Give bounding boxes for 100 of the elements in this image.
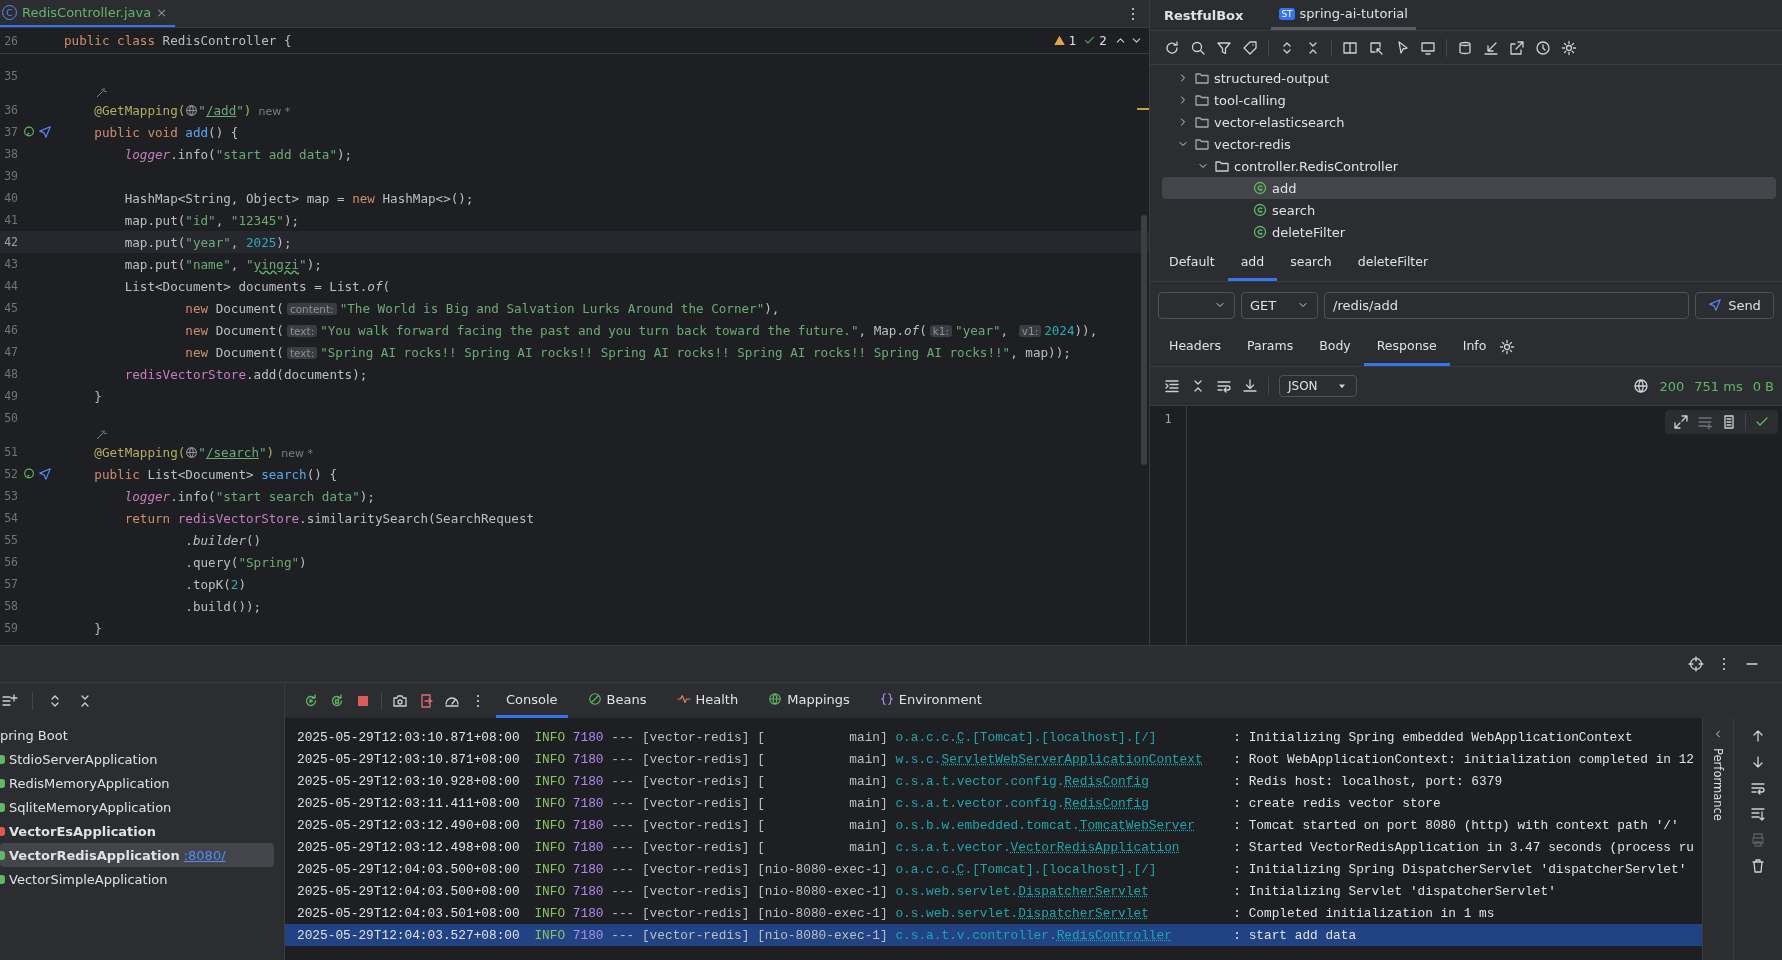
warning-count[interactable]: 1 bbox=[1068, 33, 1077, 48]
circle-g-icon bbox=[1252, 224, 1268, 240]
log-timestamp: 2025-05-29T12:03:10.871+08:00 bbox=[297, 729, 520, 745]
document-icon[interactable] bbox=[1721, 414, 1737, 430]
file-tab[interactable]: C RedisController.java × bbox=[0, 0, 176, 27]
rerun-bug-icon[interactable] bbox=[329, 692, 345, 709]
download-icon[interactable] bbox=[1242, 378, 1258, 394]
tag-icon[interactable] bbox=[1242, 39, 1258, 56]
clock-icon[interactable] bbox=[1535, 39, 1551, 56]
log-thread: [nio-8080-exec-1] bbox=[757, 927, 888, 943]
settings-icon[interactable] bbox=[1561, 39, 1577, 56]
close-tab-button[interactable]: × bbox=[156, 5, 168, 20]
service-item[interactable]: pring Boot bbox=[0, 723, 274, 747]
console-tab[interactable]: Health bbox=[666, 683, 749, 718]
database-icon[interactable] bbox=[1457, 39, 1473, 56]
magic-wand-icon[interactable] bbox=[95, 87, 107, 99]
log-logger[interactable]: c.s.a.t.vector.config.RedisConfig bbox=[895, 773, 1226, 789]
tree-item[interactable]: vector-elasticsearch bbox=[1162, 111, 1776, 133]
detail-tab[interactable]: Params bbox=[1234, 328, 1307, 366]
request-tab[interactable]: deleteFilter bbox=[1344, 245, 1442, 281]
scroll-end-icon[interactable] bbox=[1750, 806, 1766, 822]
tree-item[interactable]: deleteFilter bbox=[1162, 221, 1776, 243]
magic-wand-icon[interactable] bbox=[95, 429, 107, 441]
search-icon[interactable] bbox=[1190, 39, 1206, 56]
performance-tab[interactable]: Performance bbox=[1711, 748, 1725, 821]
camera-icon[interactable] bbox=[392, 692, 408, 709]
log-logger[interactable]: o.a.c.c.C.[Tomcat].[localhost].[/] bbox=[895, 861, 1226, 877]
log-message: : start add data bbox=[1233, 927, 1357, 943]
tree-item[interactable]: vector-redis bbox=[1162, 133, 1776, 155]
rerun-icon[interactable] bbox=[303, 692, 319, 709]
expand-diagonal-icon[interactable] bbox=[1673, 414, 1689, 430]
paper-plane-icon[interactable] bbox=[38, 467, 52, 481]
console-tab[interactable]: Environment bbox=[869, 683, 992, 718]
method-dropdown[interactable]: GET bbox=[1241, 291, 1318, 319]
check-count[interactable]: 2 bbox=[1099, 33, 1107, 48]
code-line: public List<Document> search() { bbox=[93, 466, 337, 482]
detail-tab[interactable]: Headers bbox=[1156, 328, 1235, 366]
log-logger[interactable]: c.s.a.t.vector.config.RedisConfig bbox=[895, 795, 1226, 811]
code-line: map.put("id", "12345"); bbox=[123, 212, 300, 228]
log-pid: 7180 bbox=[572, 751, 604, 767]
tree-item[interactable]: add bbox=[1162, 177, 1776, 199]
url-field[interactable]: /redis/add bbox=[1324, 291, 1689, 319]
detail-tab[interactable]: Info bbox=[1449, 328, 1500, 366]
console-tab[interactable]: Beans bbox=[577, 683, 657, 718]
service-item[interactable]: SqliteMemoryApplication bbox=[0, 795, 274, 819]
tree-item[interactable]: controller.RedisController bbox=[1162, 155, 1776, 177]
paper-plane-icon[interactable] bbox=[38, 125, 52, 139]
log-logger[interactable]: o.s.web.servlet.DispatcherServlet bbox=[895, 883, 1226, 899]
code-line: map.put("year", 2025); bbox=[123, 234, 292, 250]
warning-icon bbox=[1052, 34, 1066, 47]
log-level: INFO bbox=[534, 861, 566, 877]
project-tab[interactable]: ST spring-ai-tutorial bbox=[1271, 0, 1416, 30]
wrap-icon[interactable] bbox=[1750, 780, 1766, 796]
log-logger[interactable]: o.a.c.c.C.[Tomcat].[localhost].[/] bbox=[895, 729, 1226, 745]
service-item[interactable]: VectorRedisApplication :8080/ bbox=[0, 843, 274, 867]
log-logger[interactable]: c.s.a.t.vector.VectorRedisApplication bbox=[895, 839, 1226, 855]
export-icon[interactable] bbox=[1509, 39, 1525, 56]
log-separator: --- bbox=[611, 751, 635, 767]
select-icon[interactable] bbox=[1368, 39, 1384, 56]
refresh-icon[interactable] bbox=[1164, 39, 1180, 56]
log-level: INFO bbox=[534, 905, 566, 921]
detail-tab[interactable]: Body bbox=[1306, 328, 1364, 366]
service-item[interactable]: VectorEsApplication bbox=[0, 819, 274, 843]
crosshair-icon[interactable] bbox=[1688, 656, 1704, 672]
service-name: VectorEsApplication bbox=[9, 823, 156, 839]
tree-item[interactable]: search bbox=[1162, 199, 1776, 221]
request-tab[interactable]: search bbox=[1277, 245, 1345, 281]
log-pid: 7180 bbox=[572, 729, 604, 745]
request-tab[interactable]: add bbox=[1227, 245, 1278, 281]
filter-icon[interactable] bbox=[1216, 39, 1232, 56]
globe-icon[interactable] bbox=[185, 445, 199, 459]
exit-door-icon[interactable] bbox=[418, 692, 434, 709]
log-logger[interactable]: o.s.b.w.embedded.tomcat.TomcatWebServer bbox=[895, 817, 1226, 833]
trash-icon[interactable] bbox=[1750, 858, 1766, 874]
console-tab[interactable]: Mappings bbox=[758, 683, 860, 718]
line-number: 42 bbox=[3, 235, 18, 249]
lines-plus-icon[interactable] bbox=[1697, 414, 1713, 430]
request-tab[interactable]: Default bbox=[1156, 245, 1228, 281]
format-dropdown[interactable]: JSON bbox=[1279, 375, 1357, 397]
tree-item[interactable]: structured-output bbox=[1162, 67, 1776, 89]
monitor-icon[interactable] bbox=[1420, 39, 1436, 56]
tree-item[interactable]: tool-calling bbox=[1162, 89, 1776, 111]
log-logger[interactable]: o.s.web.servlet.DispatcherServlet bbox=[895, 905, 1226, 921]
code-line: } bbox=[93, 388, 102, 404]
send-button[interactable]: Send bbox=[1695, 291, 1774, 319]
service-item[interactable]: RedisMemoryApplication bbox=[0, 771, 274, 795]
list-plus-icon[interactable] bbox=[2, 692, 18, 709]
service-item[interactable]: StdioServerApplication bbox=[0, 747, 274, 771]
log-level: INFO bbox=[534, 729, 566, 745]
log-app: [vector-redis] bbox=[641, 927, 750, 943]
log-level: INFO bbox=[534, 883, 566, 899]
indent-list-icon[interactable] bbox=[1164, 378, 1180, 394]
circle-g-icon bbox=[1252, 202, 1268, 218]
split-panel-icon[interactable] bbox=[1342, 39, 1358, 56]
globe-icon[interactable] bbox=[185, 103, 199, 117]
log-logger[interactable]: w.s.c.ServletWebServerApplicationContext bbox=[895, 751, 1226, 767]
wrap-icon[interactable] bbox=[1216, 378, 1232, 394]
detail-tab[interactable]: Response bbox=[1363, 328, 1450, 366]
service-item[interactable]: VectorSimpleApplication bbox=[0, 867, 274, 891]
settings-icon[interactable] bbox=[1499, 339, 1516, 355]
